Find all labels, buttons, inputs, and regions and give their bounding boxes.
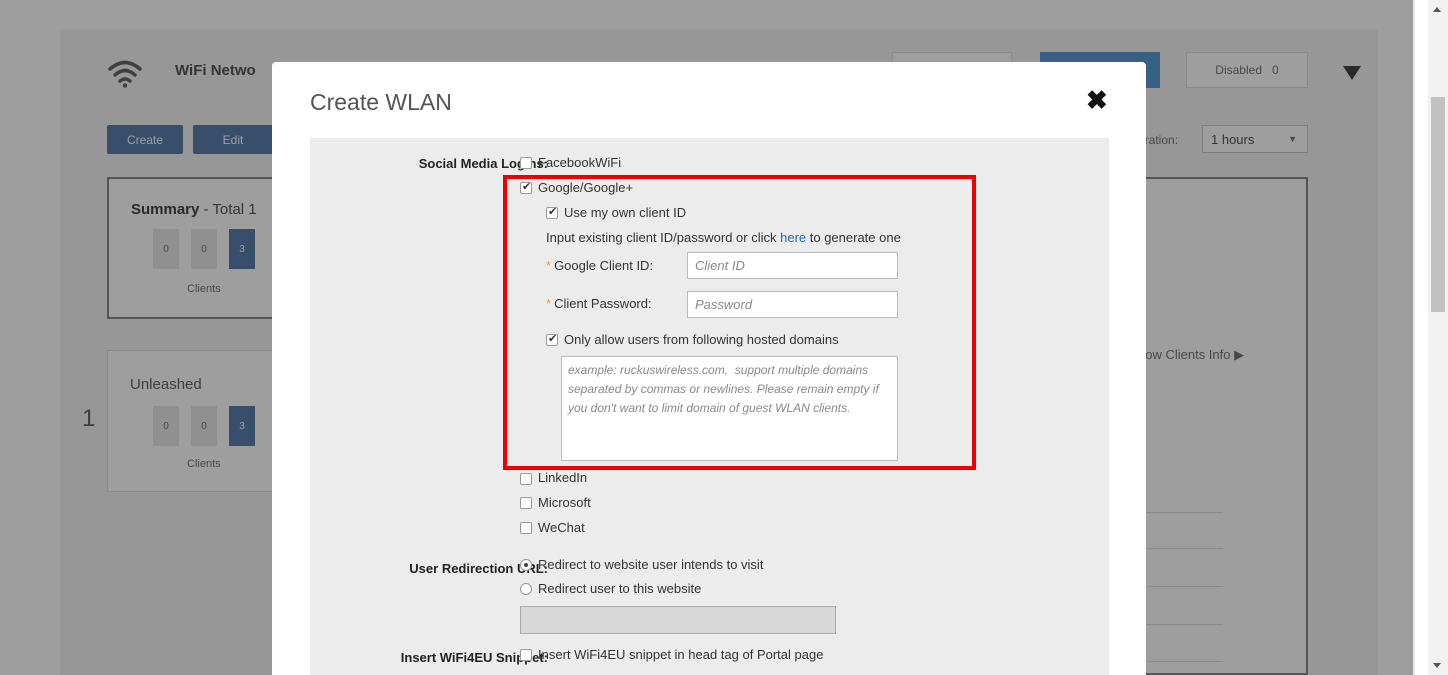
wechat-label: WeChat	[538, 520, 585, 535]
microsoft-label: Microsoft	[538, 495, 591, 510]
wifi4eu-option-label: Insert WiFi4EU snippet in head tag of Po…	[538, 647, 824, 662]
client-id-hint: Input existing client ID/password or cli…	[546, 230, 901, 245]
wechat-checkbox[interactable]	[520, 522, 532, 534]
redirect-intended-label: Redirect to website user intends to visi…	[538, 557, 764, 572]
page-scrollbar[interactable]	[1428, 0, 1448, 675]
client-password-input[interactable]	[687, 291, 898, 318]
redirect-this-website-label: Redirect user to this website	[538, 581, 702, 596]
wifi4eu-checkbox[interactable]	[520, 649, 532, 661]
dialog-body: Social Media Logins: FacebookWiFi Google…	[310, 138, 1109, 675]
create-wlan-dialog: Create WLAN ✖ Social Media Logins: Faceb…	[272, 62, 1146, 675]
close-icon[interactable]: ✖	[1086, 85, 1108, 116]
redirect-intended-radio[interactable]	[520, 559, 532, 571]
generate-here-link[interactable]: here	[780, 230, 806, 245]
hosted-domains-checkbox[interactable]	[546, 332, 558, 346]
linkedin-checkbox[interactable]	[520, 473, 532, 485]
google-label: Google/Google+	[538, 180, 634, 195]
dialog-title: Create WLAN	[310, 89, 452, 115]
scroll-up-icon[interactable]	[1433, 7, 1441, 12]
google-client-id-label: * Google Client ID:	[546, 258, 654, 273]
divider	[1413, 0, 1415, 675]
facebook-checkbox[interactable]	[520, 157, 532, 169]
hosted-domains-label: Only allow users from following hosted d…	[564, 332, 839, 347]
google-checkbox[interactable]	[520, 180, 532, 194]
redirect-url-input	[520, 606, 836, 634]
redirect-this-website-radio[interactable]	[520, 583, 532, 595]
own-client-id-checkbox[interactable]	[546, 205, 558, 219]
scroll-down-icon[interactable]	[1433, 663, 1441, 668]
hosted-domains-textarea[interactable]	[561, 356, 898, 461]
linkedin-label: LinkedIn	[538, 470, 588, 485]
facebook-label: FacebookWiFi	[538, 155, 622, 170]
scrollbar-thumb[interactable]	[1431, 97, 1445, 312]
google-client-id-input[interactable]	[687, 252, 898, 279]
microsoft-checkbox[interactable]	[520, 497, 532, 509]
own-client-id-label: Use my own client ID	[564, 205, 687, 220]
client-password-label: * Client Password:	[546, 296, 652, 311]
